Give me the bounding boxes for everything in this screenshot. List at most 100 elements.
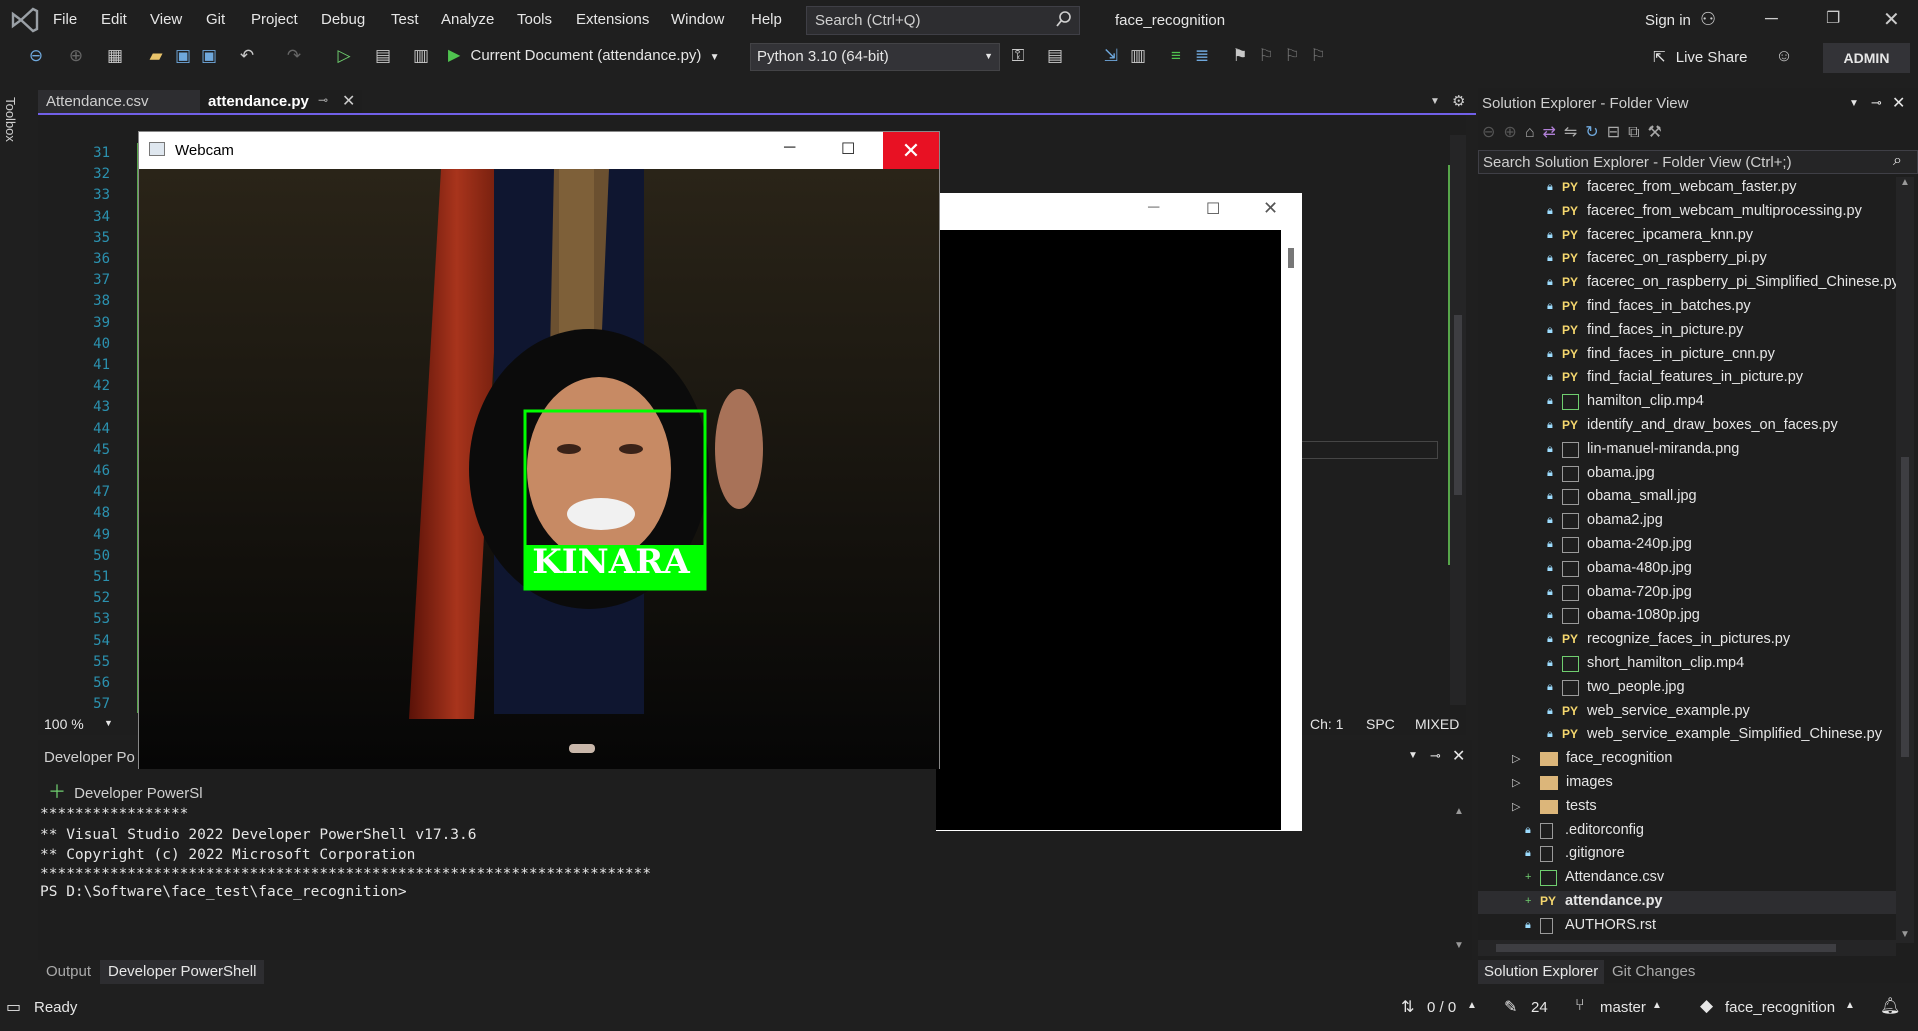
back-icon[interactable]: ⊖ (1482, 124, 1503, 141)
admin-badge[interactable]: ADMIN (1823, 43, 1910, 73)
tree-file-item[interactable]: 🔒︎ hamilton_clip.mp4 (1478, 391, 1896, 414)
solution-explorer-search[interactable]: Search Solution Explorer - Folder View (… (1478, 150, 1918, 174)
minimize-icon[interactable]: ─ (784, 139, 795, 157)
minimize-icon[interactable]: ─ (1765, 8, 1778, 29)
home-icon[interactable]: ⌂ (1525, 124, 1543, 141)
settings-icon[interactable]: ⚙ (1452, 92, 1465, 110)
pin-icon[interactable]: ⊸ (1871, 95, 1882, 111)
tree-file-item[interactable]: 🔒︎ two_people.jpg (1478, 677, 1896, 700)
show-all-icon[interactable]: ⧉ (1628, 124, 1647, 141)
menu-edit[interactable]: Edit (101, 11, 127, 28)
step-icon[interactable]: ⇲ (1100, 45, 1122, 67)
menu-analyze[interactable]: Analyze (441, 11, 494, 28)
feedback-icon[interactable]: ☺ (1773, 45, 1795, 67)
terminal-scrollbar[interactable]: ▲ ▼ (1452, 806, 1468, 954)
new-terminal-tab[interactable]: ＋ Developer PowerSl (48, 778, 203, 804)
chevron-down-icon[interactable]: ▼ (1408, 750, 1418, 761)
next-bookmark-icon[interactable]: ⚐ (1281, 45, 1303, 67)
window-tools-icon[interactable]: ▥ (410, 45, 432, 67)
tab-developer-powershell[interactable]: Developer PowerShell (100, 960, 265, 984)
tree-file-item[interactable]: 🔒︎ PY facerec_from_webcam_faster.py (1478, 177, 1896, 200)
tree-file-item[interactable]: 🔒︎ .gitignore (1478, 843, 1896, 866)
prev-bookmark-icon[interactable]: ⚐ (1255, 45, 1277, 67)
minimize-icon[interactable]: ─ (1148, 199, 1159, 217)
menu-debug[interactable]: Debug (321, 11, 365, 28)
bell-icon[interactable]: 🔔︎ (1880, 996, 1900, 1016)
forward-icon[interactable]: ⊕ (65, 45, 87, 67)
scroll-thumb[interactable] (1454, 315, 1462, 495)
menu-test[interactable]: Test (391, 11, 419, 28)
tree-file-item[interactable]: 🔒︎ PY facerec_ipcamera_knn.py (1478, 225, 1896, 248)
tree-file-item[interactable]: 🔒︎ PY recognize_faces_in_pictures.py (1478, 629, 1896, 652)
account-settings-icon[interactable]: ⚇ (1700, 9, 1716, 30)
python-env-dropdown[interactable]: Python 3.10 (64-bit) ▼ (750, 43, 1000, 71)
tree-file-item[interactable]: 🔒︎ obama.jpg (1478, 463, 1896, 486)
tree-file-item[interactable]: 🔒︎ AUTHORS.rst (1478, 915, 1896, 938)
layout-icon[interactable]: ▤ (1044, 45, 1066, 67)
pin-icon[interactable]: ⊸ (1430, 748, 1441, 764)
tree-file-item[interactable]: 🔒︎ obama-1080p.jpg (1478, 605, 1896, 628)
bookmark-icon[interactable]: ⚑ (1229, 45, 1251, 67)
tab-git-changes[interactable]: Git Changes (1612, 963, 1695, 980)
redo-icon[interactable]: ↷ (283, 45, 305, 67)
tree-file-item[interactable]: 🔒︎ PY web_service_example.py (1478, 701, 1896, 724)
live-share-button[interactable]: ⇱ Live Share (1653, 48, 1747, 66)
tree-folder-item[interactable]: ▷ face_recognition (1478, 748, 1896, 771)
menu-extensions[interactable]: Extensions (576, 11, 649, 28)
menu-project[interactable]: Project (251, 11, 298, 28)
webcam-titlebar[interactable]: Webcam ─ ☐ (139, 132, 939, 169)
chevron-down-icon[interactable]: ▼ (1849, 98, 1859, 109)
editor-scrollbar[interactable] (1450, 135, 1466, 705)
sign-in-link[interactable]: Sign in (1645, 12, 1691, 29)
outdent-icon[interactable]: ≣ (1191, 45, 1213, 67)
toolbox-tab[interactable]: Toolbox (3, 92, 28, 152)
close-icon[interactable]: ✕ (1892, 93, 1905, 113)
tree-file-item[interactable]: 🔒︎ .editorconfig (1478, 820, 1896, 843)
tree-scrollbar[interactable]: ▲ ▼ (1896, 177, 1914, 943)
menu-help[interactable]: Help (751, 11, 782, 28)
indent-icon[interactable]: ≡ (1165, 45, 1187, 67)
repo-name[interactable]: face_recognition (1725, 999, 1835, 1016)
clear-bookmark-icon[interactable]: ⚐ (1307, 45, 1329, 67)
tree-file-item[interactable]: 🔒︎ obama-480p.jpg (1478, 558, 1896, 581)
tree-file-item[interactable]: 🔒︎ PY find_faces_in_batches.py (1478, 296, 1896, 319)
changes-count[interactable]: 24 (1531, 999, 1548, 1016)
new-project-icon[interactable]: ▦ (104, 45, 126, 67)
tree-folder-item[interactable]: ▷ tests (1478, 796, 1896, 819)
line-ending-indicator[interactable]: MIXED (1415, 716, 1459, 732)
save-icon[interactable]: ▣ (172, 45, 194, 67)
maximize-icon[interactable]: ☐ (1206, 199, 1220, 219)
tree-file-item[interactable]: 🔒︎ PY facerec_on_raspberry_pi_Simplified_C… (1478, 272, 1896, 295)
collapse-all-icon[interactable]: ⊟ (1607, 124, 1628, 141)
tree-file-item[interactable]: 🔒︎ lin-manuel-miranda.png (1478, 439, 1896, 462)
tree-file-item[interactable]: 🔒︎ obama-240p.jpg (1478, 534, 1896, 557)
tree-file-item[interactable]: 🔒︎ PY find_facial_features_in_picture.py (1478, 367, 1896, 390)
expand-arrow-icon[interactable]: ▷ (1512, 776, 1520, 789)
menu-git[interactable]: Git (206, 11, 225, 28)
properties-icon[interactable]: ⚒ (1648, 124, 1670, 141)
close-icon[interactable]: ✕ (1452, 746, 1465, 766)
maximize-icon[interactable]: ☐ (841, 139, 855, 159)
undo-icon[interactable]: ↶ (236, 45, 258, 67)
tree-folder-item[interactable]: ▷ images (1478, 772, 1896, 795)
tree-file-item[interactable]: + PY attendance.py (1478, 891, 1896, 914)
tree-file-item[interactable]: 🔒︎ obama_small.jpg (1478, 486, 1896, 509)
run-button[interactable]: ▶ Current Document (attendance.py) ▼ (448, 45, 720, 70)
terminal-output[interactable]: ***************** ** Visual Studio 2022 … (40, 804, 651, 902)
spacing-indicator[interactable]: SPC (1366, 716, 1395, 732)
back-icon[interactable]: ⊖ (25, 45, 47, 67)
menu-tools[interactable]: Tools (517, 11, 552, 28)
search-input[interactable]: Search (Ctrl+Q) (806, 6, 1080, 35)
pin-icon[interactable]: ⊸ (318, 93, 328, 107)
tree-file-item[interactable]: 🔒︎ PY facerec_from_webcam_multiprocessing.… (1478, 201, 1896, 224)
menu-view[interactable]: View (150, 11, 182, 28)
tree-file-item[interactable]: 🔒︎ PY facerec_on_raspberry_pi.py (1478, 248, 1896, 271)
close-icon[interactable]: ✕ (342, 91, 355, 111)
webcam-close-button[interactable]: ✕ (883, 132, 939, 169)
tree-file-item[interactable]: 🔒︎ PY web_service_example_Simplified_Chine… (1478, 724, 1896, 747)
menu-window[interactable]: Window (671, 11, 724, 28)
package-icon[interactable]: ⚿ (1007, 45, 1029, 67)
menu-file[interactable]: File (53, 11, 77, 28)
tab-attendance-py[interactable]: attendance.py ⊸ ✕ (200, 90, 362, 114)
forward-icon[interactable]: ⊕ (1503, 124, 1524, 141)
